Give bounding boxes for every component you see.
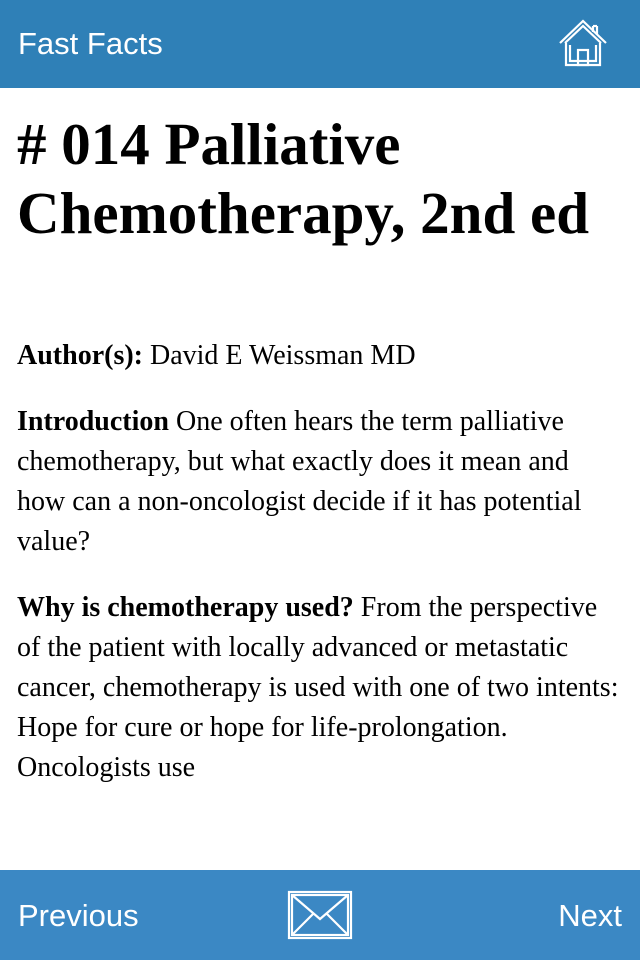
article-title: # 014 Palliative Chemotherapy, 2nd ed [17, 111, 590, 246]
why-heading: Why is chemotherapy used? [17, 592, 354, 623]
app-title: Fast Facts [18, 26, 163, 61]
intro-paragraph: Introduction One often hears the term pa… [17, 402, 623, 562]
envelope-icon [287, 890, 353, 940]
home-button[interactable] [556, 16, 610, 70]
next-button[interactable]: Next [558, 896, 622, 936]
email-button[interactable] [287, 890, 353, 940]
author-line: Author(s): David E Weissman MD [17, 336, 623, 376]
intro-heading: Introduction [17, 406, 169, 437]
header-bar: Fast Facts [0, 0, 640, 88]
home-icon [559, 19, 607, 67]
why-paragraph: Why is chemotherapy used? From the persp… [17, 588, 623, 788]
author-label: Author(s): [17, 340, 143, 371]
footer-bar: Previous Next [0, 870, 640, 960]
previous-button[interactable]: Previous [18, 896, 139, 936]
author-name: David E Weissman MD [143, 340, 416, 371]
article-content[interactable]: # 014 Palliative Chemotherapy, 2nd ed Au… [17, 88, 623, 870]
